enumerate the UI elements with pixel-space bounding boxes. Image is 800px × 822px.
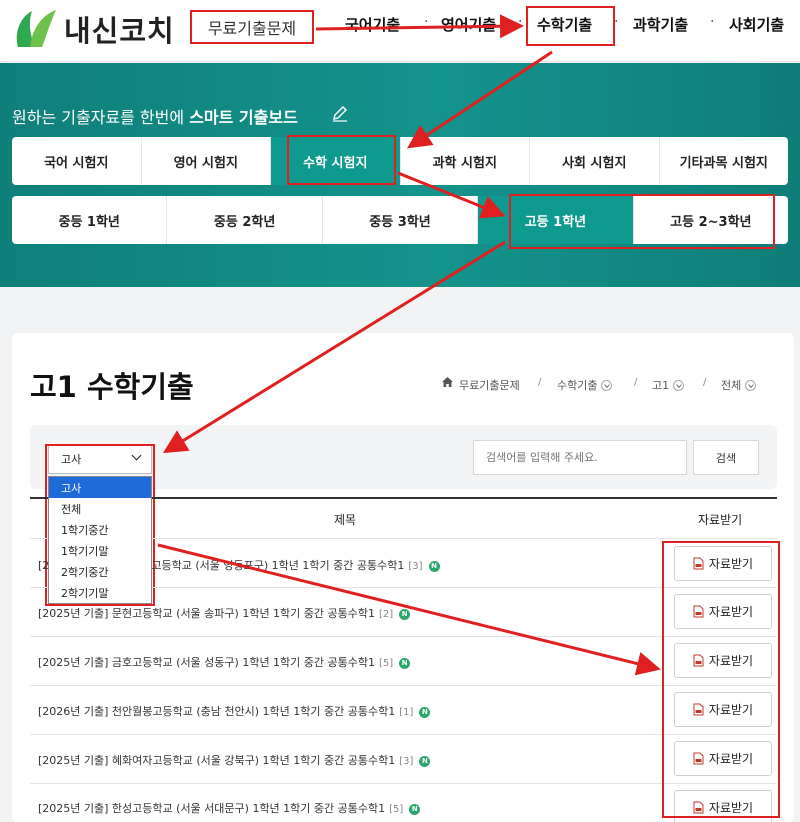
new-badge: N	[399, 658, 411, 669]
breadcrumb-all[interactable]: 전체	[721, 377, 757, 393]
tab-middle-1[interactable]: 중등 1학년	[12, 196, 168, 244]
download-button[interactable]: 자료받기	[674, 594, 772, 629]
download-button[interactable]: 자료받기	[674, 790, 772, 822]
chevron-down-icon	[745, 379, 757, 391]
home-icon[interactable]	[441, 376, 454, 388]
new-badge: N	[419, 756, 431, 767]
page-title: 고1 수학기출	[30, 370, 194, 404]
tab-english-exam[interactable]: 영어 시험지	[142, 137, 271, 185]
new-badge: N	[399, 609, 411, 620]
tab-social-exam[interactable]: 사회 시험지	[530, 137, 660, 185]
new-badge: N	[409, 804, 421, 815]
tab-other-exam[interactable]: 기타과목 시험지	[660, 137, 789, 185]
breadcrumb-math[interactable]: 수학기출	[557, 377, 613, 393]
nav-korean[interactable]: 국어기출	[345, 14, 400, 35]
annotation-box-math-nav	[526, 6, 615, 46]
pdf-file-icon	[693, 654, 704, 667]
pdf-file-icon	[693, 703, 704, 716]
tab-korean-exam[interactable]: 국어 시험지	[12, 137, 142, 185]
banner-title: 원하는 기출자료를 한번에 스마트 기출보드	[12, 108, 298, 127]
download-button[interactable]: 자료받기	[674, 741, 772, 776]
tab-high-2-3[interactable]: 고등 2~3학년	[634, 196, 788, 244]
dropdown-option[interactable]: 2학기중간	[49, 561, 151, 582]
tab-middle-2[interactable]: 중등 2학년	[167, 196, 323, 244]
pdf-file-icon	[693, 752, 704, 765]
dropdown-option[interactable]: 고사	[49, 477, 151, 498]
new-badge: N	[419, 707, 431, 718]
pdf-file-icon	[693, 557, 704, 570]
breadcrumb-free[interactable]: 무료기출문제	[459, 377, 520, 393]
dropdown-option[interactable]: 1학기기말	[49, 540, 151, 561]
dropdown-option[interactable]: 2학기기말	[49, 582, 151, 603]
table-divider	[30, 685, 777, 686]
breadcrumb-separator: /	[538, 377, 542, 388]
nav-separator: ·	[518, 14, 523, 30]
table-row[interactable]: [2025년 기출] 혜화여자고등학교 (서울 강북구) 1학년 1학기 중간 …	[38, 752, 431, 768]
table-divider	[30, 734, 777, 735]
download-button[interactable]: 자료받기	[674, 643, 772, 678]
nav-science[interactable]: 과학기출	[633, 14, 688, 35]
free-exam-link[interactable]: 무료기출문제	[190, 10, 314, 44]
pencil-icon	[333, 106, 347, 122]
tab-math-exam[interactable]: 수학 시험지	[271, 137, 401, 185]
nav-separator: ·	[424, 14, 429, 30]
search-input[interactable]	[473, 440, 687, 475]
breadcrumb-grade[interactable]: 고1	[652, 377, 685, 393]
table-row[interactable]: [2025년 기출] 금호고등학교 (서울 성동구) 1학년 1학기 중간 공통…	[38, 654, 411, 670]
nav-english[interactable]: 영어기출	[441, 14, 496, 35]
table-divider	[30, 783, 777, 784]
table-row[interactable]: [2026년 기출] 천안월봉고등학교 (충남 천안시) 1학년 1학기 중간 …	[38, 703, 431, 719]
site-logo[interactable]: 내신코치	[12, 7, 187, 51]
table-row[interactable]: [2025년 기출] 문현고등학교 (서울 송파구) 1학년 1학기 중간 공통…	[38, 605, 411, 621]
pdf-file-icon	[693, 605, 704, 618]
subject-tabs: 국어 시험지 영어 시험지 수학 시험지 과학 시험지 사회 시험지 기타과목 …	[12, 137, 788, 185]
nav-social[interactable]: 사회기출	[729, 14, 784, 35]
download-button[interactable]: 자료받기	[674, 692, 772, 727]
new-badge: N	[428, 561, 440, 572]
grade-tabs: 중등 1학년 중등 2학년 중등 3학년 고등 1학년 고등 2~3학년	[12, 196, 788, 244]
leaf-logo-icon	[16, 10, 56, 47]
download-button[interactable]: 자료받기	[674, 546, 772, 581]
site-header: 내신코치 무료기출문제 국어기출 · 영어기출 · 수학기출 · 과학기출 · …	[0, 0, 800, 62]
table-divider	[30, 636, 777, 637]
dropdown-option[interactable]: 전체	[49, 498, 151, 519]
breadcrumb-separator: /	[634, 377, 638, 388]
pdf-file-icon	[693, 801, 704, 814]
breadcrumb-separator: /	[703, 377, 707, 388]
tab-middle-3[interactable]: 중등 3학년	[323, 196, 479, 244]
column-title: 제목	[334, 513, 357, 527]
logo-text: 내신코치	[64, 14, 175, 48]
exam-type-dropdown: 고사 전체 1학기중간 1학기기말 2학기중간 2학기기말	[48, 476, 152, 604]
nav-separator: ·	[710, 14, 715, 30]
chevron-down-icon	[601, 379, 613, 391]
tab-high-1[interactable]: 고등 1학년	[478, 196, 634, 244]
table-row[interactable]: [2025년 기출] 한성고등학교 (서울 서대문구) 1학년 1학기 중간 공…	[38, 800, 421, 816]
column-download: 자료받기	[698, 513, 743, 527]
search-button[interactable]: 검색	[693, 440, 759, 475]
dropdown-option[interactable]: 1학기중간	[49, 519, 151, 540]
chevron-down-icon	[673, 379, 685, 391]
tab-science-exam[interactable]: 과학 시험지	[401, 137, 530, 185]
